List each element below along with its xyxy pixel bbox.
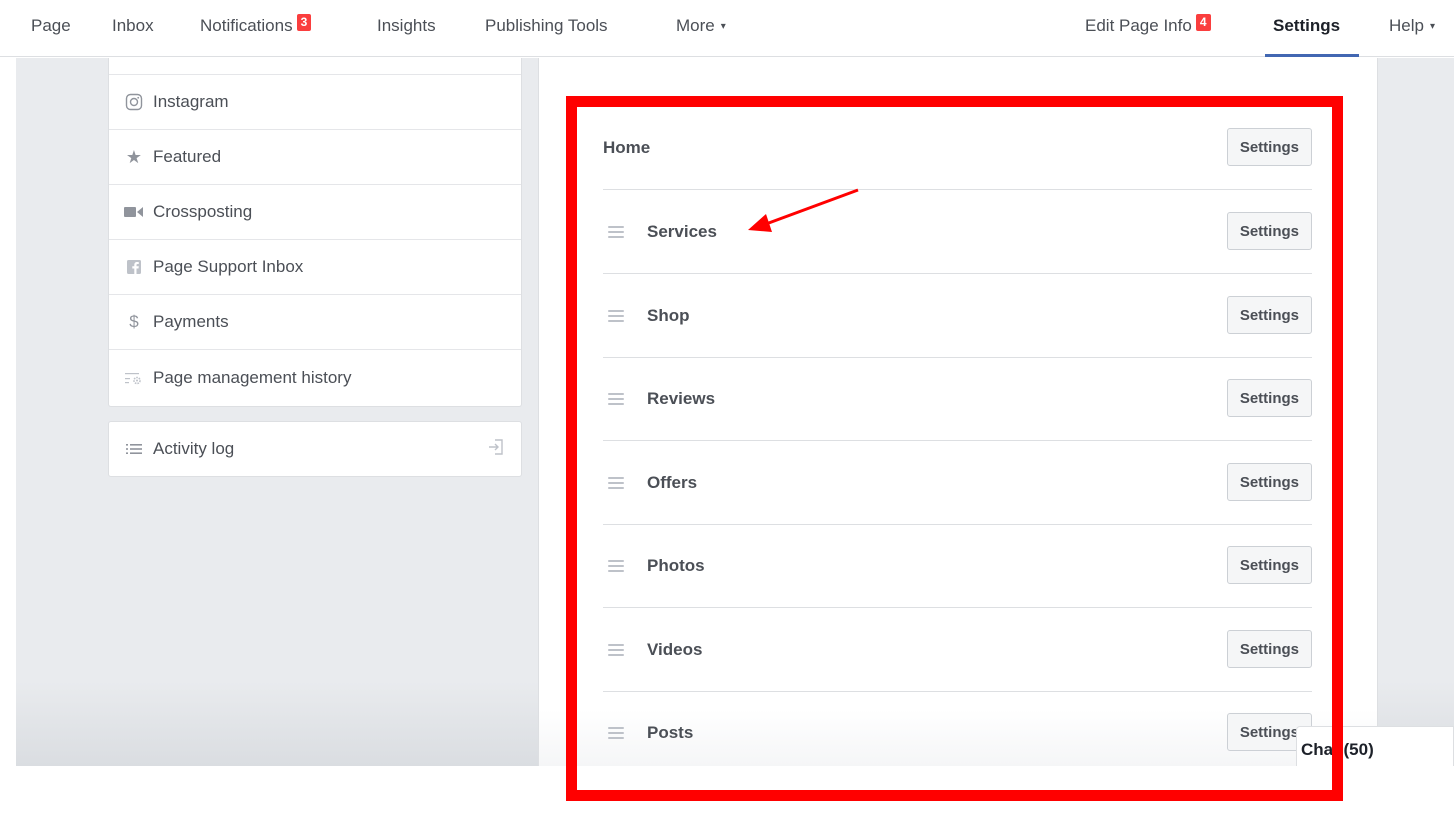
shop-settings-button[interactable]: Settings bbox=[1226, 296, 1312, 334]
nav-page-label: Page bbox=[31, 16, 71, 35]
tab-label: Photos bbox=[647, 555, 705, 575]
tab-label: Services bbox=[647, 221, 717, 241]
tab-label: Home bbox=[603, 137, 651, 157]
top-navigation: Page Inbox Notifications 3 Insights Publi… bbox=[0, 0, 1454, 57]
sidebar-item-page-management-history[interactable]: Page management history bbox=[109, 350, 521, 405]
sidebar-item-label: Activity log bbox=[153, 439, 235, 458]
nav-publishing-tools-label: Publishing Tools bbox=[485, 16, 608, 35]
sidebar-item-payments[interactable]: $ Payments bbox=[109, 295, 521, 350]
sidebar-item-label: Instagram bbox=[153, 92, 229, 111]
sidebar-item-page-support-inbox[interactable]: Page Support Inbox bbox=[109, 240, 521, 295]
nav-edit-page-info[interactable]: Edit Page Info 4 bbox=[1085, 13, 1211, 38]
nav-insights-label: Insights bbox=[377, 16, 436, 35]
nav-notifications[interactable]: Notifications 3 bbox=[200, 13, 312, 38]
drag-handle-icon[interactable] bbox=[608, 476, 624, 489]
photos-settings-button[interactable]: Settings bbox=[1226, 546, 1312, 584]
nav-settings[interactable]: Settings bbox=[1273, 14, 1340, 38]
sidebar-item-label: Featured bbox=[153, 147, 222, 166]
sidebar-item-label: Page Support Inbox bbox=[153, 257, 304, 276]
tab-label: Posts bbox=[647, 723, 694, 742]
nav-more[interactable]: More ▾ bbox=[676, 14, 726, 38]
nav-page[interactable]: Page bbox=[31, 14, 71, 38]
nav-notifications-label: Notifications bbox=[200, 16, 293, 35]
drag-handle-icon[interactable] bbox=[608, 727, 624, 739]
tab-row-photos[interactable]: Photos Settings bbox=[603, 524, 1312, 608]
drag-handle-icon[interactable] bbox=[608, 392, 624, 405]
nav-inbox[interactable]: Inbox bbox=[112, 14, 154, 38]
facebook-icon bbox=[124, 257, 144, 277]
nav-help-label: Help bbox=[1389, 16, 1424, 35]
list-icon bbox=[124, 439, 144, 459]
sidebar-item-instagram[interactable]: Instagram bbox=[109, 75, 521, 130]
drag-handle-icon[interactable] bbox=[608, 559, 624, 572]
tab-row-reviews[interactable]: Reviews Settings bbox=[603, 357, 1312, 441]
tab-label: Videos bbox=[647, 639, 703, 659]
tab-label: Reviews bbox=[647, 388, 716, 408]
offers-settings-button[interactable]: Settings bbox=[1226, 463, 1312, 501]
video-camera-icon bbox=[124, 202, 144, 222]
instagram-icon bbox=[124, 92, 144, 112]
nav-inbox-label: Inbox bbox=[112, 16, 154, 35]
nav-more-label: More bbox=[676, 16, 715, 35]
sidebar-item-previous[interactable] bbox=[109, 58, 521, 75]
home-settings-button[interactable]: Settings bbox=[1226, 128, 1312, 166]
nav-edit-page-info-label: Edit Page Info bbox=[1085, 16, 1192, 35]
drag-handle-icon[interactable] bbox=[608, 309, 624, 322]
tab-row-offers[interactable]: Offers Settings bbox=[603, 441, 1312, 525]
tab-row-services[interactable]: Services Settings bbox=[603, 190, 1312, 274]
star-icon: ★ bbox=[125, 146, 143, 167]
tab-label: Offers bbox=[647, 472, 698, 492]
notifications-badge: 3 bbox=[296, 13, 312, 31]
caret-down-icon: ▾ bbox=[720, 20, 726, 32]
sidebar-item-crossposting[interactable]: Crossposting bbox=[109, 185, 521, 240]
videos-settings-button[interactable]: Settings bbox=[1226, 630, 1312, 668]
sidebar-item-label: Crossposting bbox=[153, 202, 253, 221]
sidebar-item-label: Payments bbox=[153, 312, 229, 331]
drag-handle-icon[interactable] bbox=[608, 225, 624, 238]
settings-sidebar: Instagram ★ Featured Crossposting Page S… bbox=[108, 58, 522, 407]
tab-row-posts[interactable]: Posts Settings bbox=[603, 691, 1312, 775]
sidebar-item-label: Page management history bbox=[153, 367, 352, 387]
nav-help[interactable]: Help ▾ bbox=[1389, 14, 1435, 38]
tab-row-videos[interactable]: Videos Settings bbox=[603, 608, 1312, 692]
chat-sidebar-toggle[interactable]: Chat (50) bbox=[1296, 726, 1454, 766]
history-gear-icon bbox=[124, 368, 144, 388]
export-icon[interactable] bbox=[487, 438, 505, 461]
caret-down-icon: ▾ bbox=[1429, 20, 1435, 32]
activity-log-card: Activity log bbox=[108, 421, 522, 477]
nav-publishing-tools[interactable]: Publishing Tools bbox=[485, 14, 608, 38]
tab-row-home: Home Settings bbox=[603, 106, 1312, 190]
drag-handle-icon[interactable] bbox=[608, 643, 624, 656]
reviews-settings-button[interactable]: Settings bbox=[1226, 379, 1312, 417]
active-tab-indicator bbox=[1265, 54, 1359, 57]
tab-label: Shop bbox=[647, 305, 690, 325]
services-settings-button[interactable]: Settings bbox=[1226, 212, 1312, 250]
sidebar-item-featured[interactable]: ★ Featured bbox=[109, 130, 521, 185]
tab-row-shop[interactable]: Shop Settings bbox=[603, 274, 1312, 358]
nav-settings-label: Settings bbox=[1273, 16, 1341, 35]
nav-insights[interactable]: Insights bbox=[377, 14, 436, 38]
dollar-icon: $ bbox=[129, 312, 139, 331]
edit-page-info-badge: 4 bbox=[1195, 13, 1211, 31]
chat-label: Chat (50) bbox=[1301, 740, 1374, 759]
sidebar-item-activity-log[interactable]: Activity log bbox=[109, 422, 521, 476]
